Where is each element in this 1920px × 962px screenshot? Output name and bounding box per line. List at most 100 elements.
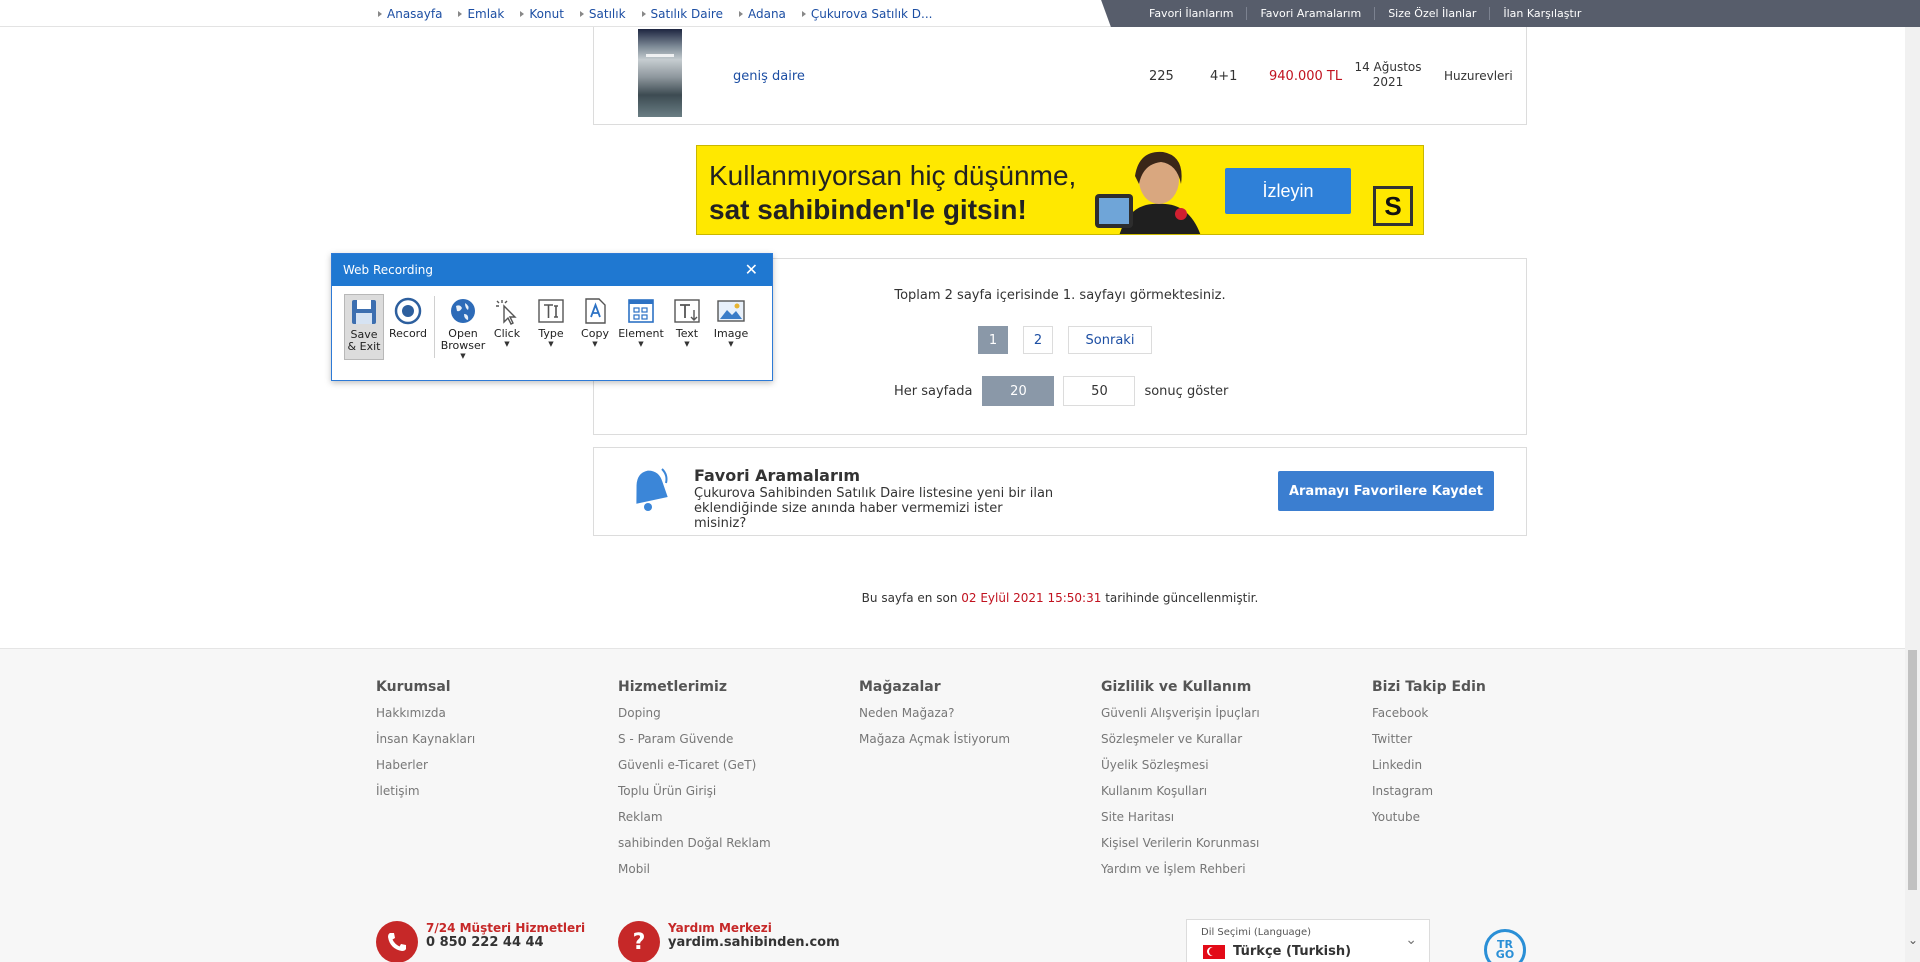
footer-link[interactable]: İnsan Kaynakları: [376, 731, 475, 757]
top-links: Favori İlanlarım Favori Aramalarım Size …: [1118, 0, 1920, 27]
next-page-button[interactable]: Sonraki: [1068, 326, 1152, 354]
youtube-link[interactable]: Youtube: [1372, 809, 1486, 835]
listing-location: Huzurevleri: [1444, 69, 1513, 83]
footer-link[interactable]: Site Haritası: [1101, 809, 1260, 835]
footer-link[interactable]: Yardım ve İşlem Rehberi: [1101, 861, 1260, 887]
scroll-down-arrow-icon[interactable]: ⌄: [1908, 933, 1918, 947]
footer-link[interactable]: Sözleşmeler ve Kurallar: [1101, 731, 1260, 757]
banner-watch-button[interactable]: İzleyin: [1225, 168, 1351, 214]
phone-icon: [376, 921, 418, 962]
per-page-selector: Her sayfada 20 50 sonuç göster: [894, 376, 1228, 406]
text-button[interactable]: Text ▼: [667, 294, 707, 360]
last-updated-date: 02 Eylül 2021 15:50:31: [961, 591, 1102, 605]
page-1-button[interactable]: 1: [978, 326, 1008, 354]
footer-link[interactable]: Güvenli e-Ticaret (GeT): [618, 757, 771, 783]
listing-rooms: 4+1: [1210, 69, 1238, 84]
breadcrumb-item[interactable]: Çukurova Satılık D...: [801, 7, 932, 21]
breadcrumb: Anasayfa Emlak Konut Satılık Satılık Dai…: [378, 0, 948, 27]
help-center[interactable]: ? Yardım Merkezi yardim.sahibinden.com: [618, 921, 840, 962]
toolbar-separator: [434, 296, 435, 358]
web-recording-titlebar[interactable]: Web Recording ✕: [332, 254, 772, 286]
footer-col-gizlilik: Gizlilik ve Kullanım Güvenli Alışverişin…: [1101, 679, 1260, 887]
footer-link[interactable]: Neden Mağaza?: [859, 705, 1010, 731]
element-button[interactable]: Element ▼: [618, 294, 664, 360]
trgo-badge-icon: TR GO: [1484, 929, 1526, 962]
footer-link[interactable]: İletişim: [376, 783, 475, 809]
size-ozel-ilanlar-link[interactable]: Size Özel İlanlar: [1375, 7, 1491, 20]
banner-line2: sat sahibinden'le gitsin!: [709, 194, 1027, 225]
bell-icon: [636, 468, 668, 511]
breadcrumb-item[interactable]: Adana: [738, 7, 786, 21]
web-recording-title: Web Recording: [343, 263, 433, 277]
per-page-50-button[interactable]: 50: [1063, 376, 1136, 406]
footer-col-kurumsal: Kurumsal Hakkımızda İnsan Kaynakları Hab…: [376, 679, 475, 809]
footer-col-sosyal: Bizi Takip Edin Facebook Twitter Linkedi…: [1372, 679, 1486, 835]
instagram-link[interactable]: Instagram: [1372, 783, 1486, 809]
language-value: Türkçe (Turkish): [1203, 944, 1351, 959]
footer-col-title: Hizmetlerimiz: [618, 679, 727, 695]
help-center-title: Yardım Merkezi: [668, 921, 772, 935]
customer-service[interactable]: 7/24 Müşteri Hizmetleri 0 850 222 44 44: [376, 921, 585, 962]
linkedin-link[interactable]: Linkedin: [1372, 757, 1486, 783]
save-search-button[interactable]: Aramayı Favorilere Kaydet: [1278, 471, 1494, 511]
record-button[interactable]: Record: [388, 294, 428, 360]
listing-thumbnail[interactable]: [638, 29, 682, 117]
ad-banner[interactable]: Kullanmıyorsan hiç düşünme, sat sahibind…: [696, 145, 1424, 235]
image-button[interactable]: Image ▼: [711, 294, 751, 360]
footer-col-title: Kurumsal: [376, 679, 451, 695]
open-browser-button[interactable]: Open Browser ▼: [441, 294, 485, 360]
page-2-button[interactable]: 2: [1023, 326, 1053, 354]
favorite-search-panel: Favori Aramalarım Çukurova Sahibinden Sa…: [593, 447, 1527, 536]
listing-date: 14 Ağustos 2021: [1354, 60, 1422, 89]
close-icon[interactable]: ✕: [745, 260, 758, 279]
language-select[interactable]: Dil Seçimi (Language) Türkçe (Turkish) ⌄: [1186, 919, 1430, 962]
customer-service-title: 7/24 Müşteri Hizmetleri: [426, 921, 586, 935]
favorite-search-title: Favori Aramalarım: [694, 466, 861, 485]
copy-button[interactable]: Copy ▼: [575, 294, 615, 360]
page-scrollbar[interactable]: ⌄: [1905, 27, 1920, 962]
page-buttons: 1 2 Sonraki: [978, 326, 1152, 354]
floppy-icon: [352, 300, 376, 324]
footer-col-title: Mağazalar: [859, 679, 941, 695]
breadcrumb-item[interactable]: Konut: [520, 7, 564, 21]
footer-link[interactable]: Güvenli Alışverişin İpuçları: [1101, 705, 1260, 731]
per-page-20-button[interactable]: 20: [982, 376, 1055, 406]
type-button[interactable]: Type ▼: [531, 294, 571, 360]
footer-link[interactable]: S - Param Güvende: [618, 731, 771, 757]
footer-col-hizmetlerimiz: Hizmetlerimiz Doping S - Param Güvende G…: [618, 679, 771, 887]
favori-aramalarim-link[interactable]: Favori Aramalarım: [1247, 7, 1376, 20]
footer-link[interactable]: Kişisel Verilerin Korunması: [1101, 835, 1260, 861]
breadcrumb-item[interactable]: Satılık: [579, 7, 626, 21]
footer-link[interactable]: Reklam: [618, 809, 771, 835]
breadcrumb-item[interactable]: Satılık Daire: [641, 7, 723, 21]
scrollbar-thumb[interactable]: [1908, 650, 1917, 890]
footer-link[interactable]: sahibinden Doğal Reklam: [618, 835, 771, 861]
listing-title[interactable]: geniş daire: [733, 69, 805, 84]
sahibinden-logo: S: [1373, 186, 1413, 226]
footer-link[interactable]: Haberler: [376, 757, 475, 783]
listing-row[interactable]: geniş daire 225 4+1 940.000 TL 14 Ağusto…: [593, 27, 1527, 125]
web-recording-panel: Web Recording ✕ Save & Exit Record Open …: [331, 253, 773, 381]
footer-link[interactable]: Mobil: [618, 861, 771, 887]
footer-link[interactable]: Toplu Ürün Girişi: [618, 783, 771, 809]
footer-link[interactable]: Hakkımızda: [376, 705, 475, 731]
click-button[interactable]: Click ▼: [487, 294, 527, 360]
breadcrumb-item[interactable]: Anasayfa: [378, 7, 442, 21]
favori-ilanlarim-link[interactable]: Favori İlanlarım: [1136, 7, 1248, 20]
twitter-link[interactable]: Twitter: [1372, 731, 1486, 757]
banner-person-image: [1095, 151, 1201, 234]
save-exit-button[interactable]: Save & Exit: [344, 294, 384, 360]
element-icon: [628, 299, 654, 323]
per-page-label: Her sayfada: [894, 383, 973, 399]
footer-link[interactable]: Doping: [618, 705, 771, 731]
facebook-link[interactable]: Facebook: [1372, 705, 1486, 731]
banner-line1: Kullanmıyorsan hiç düşünme,: [709, 160, 1077, 191]
recording-toolbar: Save & Exit Record Open Browser ▼ Click: [344, 294, 755, 360]
ilan-karsilastir-link[interactable]: İlan Karşılaştır: [1490, 7, 1594, 20]
footer-link[interactable]: Mağaza Açmak İstiyorum: [859, 731, 1010, 757]
footer-link[interactable]: Kullanım Koşulları: [1101, 783, 1260, 809]
copy-icon: [585, 298, 606, 324]
footer-link[interactable]: Üyelik Sözleşmesi: [1101, 757, 1260, 783]
footer: Kurumsal Hakkımızda İnsan Kaynakları Hab…: [0, 648, 1905, 962]
breadcrumb-item[interactable]: Emlak: [458, 7, 504, 21]
